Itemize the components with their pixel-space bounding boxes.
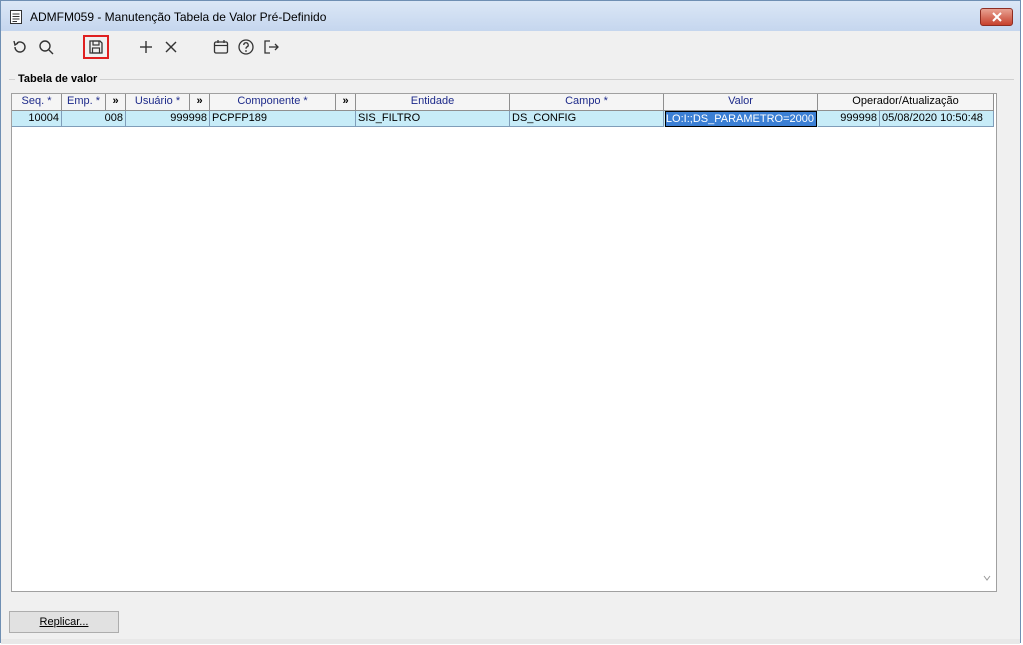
column-header-usuario[interactable]: Usuário *	[126, 94, 190, 111]
exit-icon	[264, 40, 279, 54]
window-close-button[interactable]	[980, 8, 1013, 26]
delete-button[interactable]	[160, 36, 182, 58]
add-button[interactable]	[135, 36, 157, 58]
save-button[interactable]	[83, 35, 109, 59]
column-header-expand-emp[interactable]: »	[106, 94, 126, 111]
help-button[interactable]	[235, 36, 257, 58]
cell-usuario[interactable]: 999998	[126, 111, 210, 127]
plus-icon	[140, 41, 152, 53]
search-button[interactable]	[35, 36, 57, 58]
window-title: ADMFM059 - Manutenção Tabela de Valor Pr…	[30, 10, 327, 24]
calendar-button[interactable]	[210, 36, 232, 58]
cell-emp[interactable]: 008	[62, 111, 126, 127]
group-title: Tabela de valor	[15, 73, 101, 85]
save-icon	[89, 40, 103, 54]
calendar-icon	[213, 40, 229, 54]
status-strip	[1, 639, 1020, 644]
cell-seq[interactable]: 10004	[12, 111, 62, 127]
column-header-expand-usuario[interactable]: »	[190, 94, 210, 111]
column-header-seq[interactable]: Seq. *	[12, 94, 62, 111]
column-header-entidade[interactable]: Entidade	[356, 94, 510, 111]
column-header-operador[interactable]: Operador/Atualização	[818, 94, 994, 111]
document-icon	[10, 10, 22, 24]
column-header-expand-componente[interactable]: »	[336, 94, 356, 111]
main-window: ADMFM059 - Manutenção Tabela de Valor Pr…	[0, 0, 1021, 644]
refresh-button[interactable]	[9, 36, 31, 58]
column-header-valor[interactable]: Valor	[664, 94, 818, 111]
help-icon	[238, 39, 254, 55]
value-table-group: Tabela de valor Seq. * Emp. * » Usuário …	[9, 73, 1014, 604]
title-bar: ADMFM059 - Manutenção Tabela de Valor Pr…	[1, 1, 1020, 31]
scroll-down-icon[interactable]	[982, 573, 992, 583]
table-row[interactable]: 10004 008 999998 PCPFP189 SIS_FILTRO DS_…	[12, 111, 994, 127]
close-icon	[992, 12, 1002, 22]
replicar-button[interactable]: Replicar...	[9, 611, 119, 633]
search-icon	[39, 40, 54, 55]
cell-operador[interactable]: 999998	[818, 111, 880, 127]
cell-atualizacao[interactable]: 05/08/2020 10:50:48	[880, 111, 994, 127]
cell-entidade[interactable]: SIS_FILTRO	[356, 111, 510, 127]
cell-componente[interactable]: PCPFP189	[210, 111, 356, 127]
column-header-emp[interactable]: Emp. *	[62, 94, 106, 111]
refresh-icon	[13, 40, 26, 53]
exit-button[interactable]	[260, 36, 282, 58]
toolbar	[1, 31, 1020, 63]
close-x-icon	[165, 41, 177, 53]
cell-campo[interactable]: DS_CONFIG	[510, 111, 664, 127]
column-header-componente[interactable]: Componente *	[210, 94, 336, 111]
replicar-label: Replicar...	[39, 616, 89, 628]
column-header-campo[interactable]: Campo *	[510, 94, 664, 111]
cell-valor[interactable]: DELO:I:;DS_PARAMETRO=2000	[665, 111, 817, 127]
value-grid[interactable]: Seq. * Emp. * » Usuário * » Componente *…	[11, 93, 997, 592]
